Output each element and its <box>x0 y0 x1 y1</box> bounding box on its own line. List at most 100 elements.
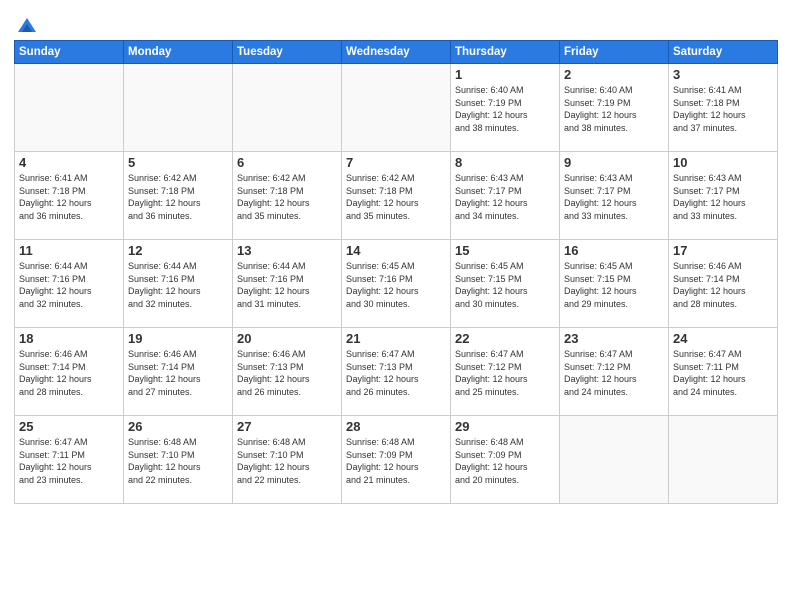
calendar-cell: 14 Sunrise: 6:45 AM Sunset: 7:16 PM Dayli… <box>342 240 451 328</box>
day-number: 20 <box>237 331 337 346</box>
day-info: Sunrise: 6:47 AM Sunset: 7:12 PM Dayligh… <box>564 348 664 398</box>
logo-icon <box>16 14 38 36</box>
day-number: 29 <box>455 419 555 434</box>
calendar-cell <box>342 64 451 152</box>
calendar-cell: 19Sunrise: 6:46 AM Sunset: 7:14 PM Dayli… <box>124 328 233 416</box>
day-info: Sunrise: 6:45 AM Sunset: 7:15 PM Dayligh… <box>564 260 664 310</box>
day-info: Sunrise: 6:48 AM Sunset: 7:10 PM Dayligh… <box>237 436 337 486</box>
day-number: 14 <box>346 243 446 258</box>
day-number: 4 <box>19 155 119 170</box>
day-info: Sunrise: 6:45 AM Sunset: 7:16 PM Dayligh… <box>346 260 446 310</box>
calendar-cell: 16 Sunrise: 6:45 AM Sunset: 7:15 PM Dayli… <box>560 240 669 328</box>
day-info: Sunrise: 6:48 AM Sunset: 7:10 PM Dayligh… <box>128 436 228 486</box>
day-info: Sunrise: 6:44 AM Sunset: 7:16 PM Dayligh… <box>237 260 337 310</box>
day-number: 5 <box>128 155 228 170</box>
calendar-cell <box>233 64 342 152</box>
day-number: 8 <box>455 155 555 170</box>
calendar-cell: 13 Sunrise: 6:44 AM Sunset: 7:16 PM Dayli… <box>233 240 342 328</box>
day-info: Sunrise: 6:44 AM Sunset: 7:16 PM Dayligh… <box>128 260 228 310</box>
calendar-cell: 24 Sunrise: 6:47 AM Sunset: 7:11 PM Dayli… <box>669 328 778 416</box>
calendar-cell: 11 Sunrise: 6:44 AM Sunset: 7:16 PM Dayli… <box>15 240 124 328</box>
header-thursday: Thursday <box>451 41 560 64</box>
day-number: 27 <box>237 419 337 434</box>
calendar-cell <box>15 64 124 152</box>
day-number: 10 <box>673 155 773 170</box>
day-info: Sunrise: 6:48 AM Sunset: 7:09 PM Dayligh… <box>346 436 446 486</box>
calendar-cell: 4 Sunrise: 6:41 AM Sunset: 7:18 PM Daylig… <box>15 152 124 240</box>
calendar-cell <box>124 64 233 152</box>
day-info: Sunrise: 6:42 AM Sunset: 7:18 PM Dayligh… <box>237 172 337 222</box>
header <box>14 10 778 36</box>
day-number: 26 <box>128 419 228 434</box>
calendar-cell: 2Sunrise: 6:40 AM Sunset: 7:19 PM Daylig… <box>560 64 669 152</box>
day-number: 23 <box>564 331 664 346</box>
day-number: 16 <box>564 243 664 258</box>
calendar-cell: 7 Sunrise: 6:42 AM Sunset: 7:18 PM Daylig… <box>342 152 451 240</box>
week-row-1: 4 Sunrise: 6:41 AM Sunset: 7:18 PM Daylig… <box>15 152 778 240</box>
day-number: 6 <box>237 155 337 170</box>
calendar-header-row: SundayMondayTuesdayWednesdayThursdayFrid… <box>15 41 778 64</box>
day-info: Sunrise: 6:42 AM Sunset: 7:18 PM Dayligh… <box>346 172 446 222</box>
day-number: 24 <box>673 331 773 346</box>
calendar-cell: 8 Sunrise: 6:43 AM Sunset: 7:17 PM Daylig… <box>451 152 560 240</box>
week-row-3: 18 Sunrise: 6:46 AM Sunset: 7:14 PM Dayli… <box>15 328 778 416</box>
day-info: Sunrise: 6:46 AM Sunset: 7:14 PM Dayligh… <box>19 348 119 398</box>
day-info: Sunrise: 6:46 AM Sunset: 7:13 PM Dayligh… <box>237 348 337 398</box>
calendar-cell: 28 Sunrise: 6:48 AM Sunset: 7:09 PM Dayli… <box>342 416 451 504</box>
header-saturday: Saturday <box>669 41 778 64</box>
day-info: Sunrise: 6:41 AM Sunset: 7:18 PM Dayligh… <box>673 84 773 134</box>
page: SundayMondayTuesdayWednesdayThursdayFrid… <box>0 0 792 612</box>
calendar-cell: 10Sunrise: 6:43 AM Sunset: 7:17 PM Dayli… <box>669 152 778 240</box>
day-info: Sunrise: 6:47 AM Sunset: 7:12 PM Dayligh… <box>455 348 555 398</box>
day-number: 21 <box>346 331 446 346</box>
day-number: 12 <box>128 243 228 258</box>
day-info: Sunrise: 6:48 AM Sunset: 7:09 PM Dayligh… <box>455 436 555 486</box>
header-tuesday: Tuesday <box>233 41 342 64</box>
day-number: 3 <box>673 67 773 82</box>
calendar-cell: 26 Sunrise: 6:48 AM Sunset: 7:10 PM Dayli… <box>124 416 233 504</box>
day-number: 2 <box>564 67 664 82</box>
calendar-cell: 27 Sunrise: 6:48 AM Sunset: 7:10 PM Dayli… <box>233 416 342 504</box>
calendar-cell: 21 Sunrise: 6:47 AM Sunset: 7:13 PM Dayli… <box>342 328 451 416</box>
calendar-cell: 22 Sunrise: 6:47 AM Sunset: 7:12 PM Dayli… <box>451 328 560 416</box>
calendar-cell: 15 Sunrise: 6:45 AM Sunset: 7:15 PM Dayli… <box>451 240 560 328</box>
day-number: 19 <box>128 331 228 346</box>
day-info: Sunrise: 6:43 AM Sunset: 7:17 PM Dayligh… <box>564 172 664 222</box>
calendar-cell: 20 Sunrise: 6:46 AM Sunset: 7:13 PM Dayli… <box>233 328 342 416</box>
day-info: Sunrise: 6:46 AM Sunset: 7:14 PM Dayligh… <box>673 260 773 310</box>
day-number: 11 <box>19 243 119 258</box>
day-number: 28 <box>346 419 446 434</box>
calendar-cell: 9Sunrise: 6:43 AM Sunset: 7:17 PM Daylig… <box>560 152 669 240</box>
calendar-cell: 12 Sunrise: 6:44 AM Sunset: 7:16 PM Dayli… <box>124 240 233 328</box>
day-number: 22 <box>455 331 555 346</box>
calendar-cell: 29 Sunrise: 6:48 AM Sunset: 7:09 PM Dayli… <box>451 416 560 504</box>
calendar: SundayMondayTuesdayWednesdayThursdayFrid… <box>14 40 778 504</box>
week-row-0: 1Sunrise: 6:40 AM Sunset: 7:19 PM Daylig… <box>15 64 778 152</box>
calendar-cell: 3 Sunrise: 6:41 AM Sunset: 7:18 PM Daylig… <box>669 64 778 152</box>
day-number: 15 <box>455 243 555 258</box>
day-info: Sunrise: 6:47 AM Sunset: 7:13 PM Dayligh… <box>346 348 446 398</box>
day-number: 7 <box>346 155 446 170</box>
calendar-cell: 23 Sunrise: 6:47 AM Sunset: 7:12 PM Dayli… <box>560 328 669 416</box>
header-monday: Monday <box>124 41 233 64</box>
day-number: 17 <box>673 243 773 258</box>
header-wednesday: Wednesday <box>342 41 451 64</box>
day-number: 13 <box>237 243 337 258</box>
logo <box>14 14 38 36</box>
day-number: 18 <box>19 331 119 346</box>
calendar-cell: 18 Sunrise: 6:46 AM Sunset: 7:14 PM Dayli… <box>15 328 124 416</box>
day-info: Sunrise: 6:42 AM Sunset: 7:18 PM Dayligh… <box>128 172 228 222</box>
day-info: Sunrise: 6:44 AM Sunset: 7:16 PM Dayligh… <box>19 260 119 310</box>
calendar-cell <box>560 416 669 504</box>
day-number: 25 <box>19 419 119 434</box>
header-friday: Friday <box>560 41 669 64</box>
day-info: Sunrise: 6:43 AM Sunset: 7:17 PM Dayligh… <box>455 172 555 222</box>
day-info: Sunrise: 6:45 AM Sunset: 7:15 PM Dayligh… <box>455 260 555 310</box>
day-info: Sunrise: 6:41 AM Sunset: 7:18 PM Dayligh… <box>19 172 119 222</box>
calendar-cell: 5 Sunrise: 6:42 AM Sunset: 7:18 PM Daylig… <box>124 152 233 240</box>
week-row-4: 25Sunrise: 6:47 AM Sunset: 7:11 PM Dayli… <box>15 416 778 504</box>
calendar-cell: 6 Sunrise: 6:42 AM Sunset: 7:18 PM Daylig… <box>233 152 342 240</box>
day-info: Sunrise: 6:47 AM Sunset: 7:11 PM Dayligh… <box>673 348 773 398</box>
header-sunday: Sunday <box>15 41 124 64</box>
week-row-2: 11 Sunrise: 6:44 AM Sunset: 7:16 PM Dayli… <box>15 240 778 328</box>
